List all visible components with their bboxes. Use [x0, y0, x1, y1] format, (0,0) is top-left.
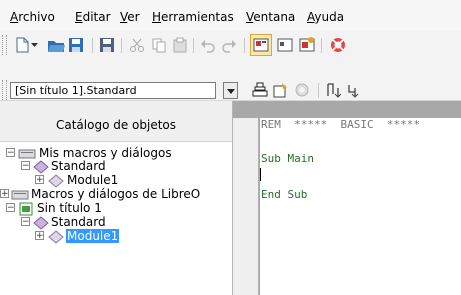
- step-over-button[interactable]: [343, 80, 363, 100]
- tree-node-libreoffice-macros[interactable]: + Macros y diálogos de LibreO: [0, 187, 232, 202]
- cut-button[interactable]: [127, 35, 147, 55]
- clipboard-icon: [173, 37, 187, 53]
- expand-icon[interactable]: +: [35, 175, 44, 185]
- menu-bar: Archivo Editar Ver Herramientas Ventana …: [0, 0, 461, 30]
- library-icon: [33, 216, 49, 230]
- window-star-icon: [299, 37, 315, 52]
- menu-herramientas[interactable]: Herramientas: [152, 10, 234, 24]
- copy-icon: [152, 38, 166, 53]
- document-icon: [19, 202, 33, 216]
- toolbar-separator: [193, 38, 194, 53]
- save-button[interactable]: [66, 35, 86, 55]
- library-select-dropdown-button[interactable]: [223, 82, 238, 99]
- stop-button[interactable]: [292, 80, 312, 100]
- undo-button[interactable]: [198, 35, 218, 55]
- toolbar-separator: [318, 83, 319, 98]
- run-button[interactable]: [271, 80, 291, 100]
- code-editor[interactable]: REM ***** BASIC ***** Sub Main End Sub: [260, 118, 461, 295]
- menu-ver[interactable]: Ver: [120, 10, 140, 24]
- tree-node-my-macros[interactable]: − Mis macros y diálogos: [0, 146, 232, 161]
- tree-node-standard[interactable]: − Standard: [0, 215, 232, 230]
- stop-icon: [295, 83, 309, 97]
- toolbar-separator: [321, 38, 322, 53]
- collapse-icon[interactable]: −: [21, 217, 30, 227]
- lifebuoy-icon: [331, 38, 345, 52]
- step-into-button[interactable]: [323, 80, 343, 100]
- toolbar-separator: [121, 38, 122, 53]
- object-catalog-panel: Catálogo de objetos − Mis macros y diálo…: [0, 101, 233, 295]
- export-button[interactable]: [97, 35, 117, 55]
- basic-editor-area: REM ***** BASIC ***** Sub Main End Sub: [233, 101, 461, 295]
- redo-icon: [222, 40, 236, 53]
- tree-node-module1[interactable]: + Module1: [0, 173, 232, 188]
- chevron-down-icon: [31, 42, 38, 47]
- menu-ayuda[interactable]: Ayuda: [307, 10, 344, 24]
- collapse-icon[interactable]: −: [6, 148, 15, 158]
- tree-node-standard[interactable]: − Standard: [0, 159, 232, 174]
- floppy-disk-icon: [69, 38, 83, 52]
- expand-icon[interactable]: +: [0, 189, 9, 199]
- help-button[interactable]: [328, 35, 348, 55]
- scissors-icon: [130, 38, 144, 52]
- text-cursor: [260, 168, 261, 181]
- library-select[interactable]: [Sin título 1].Standard: [10, 82, 216, 99]
- library-icon: [33, 160, 49, 174]
- toolbar-grip[interactable]: [2, 35, 7, 55]
- module-icon: [48, 174, 64, 188]
- toolbar-separator: [92, 38, 93, 53]
- folder-open-icon: [48, 41, 65, 52]
- window-icon: [277, 38, 293, 52]
- module-icon: [48, 230, 64, 244]
- code-line-end-sub: End Sub: [261, 188, 308, 201]
- collapse-icon[interactable]: −: [6, 203, 15, 213]
- macro-toolbar: [Sin título 1].Standard: [0, 60, 461, 101]
- floppy-disk-icon: [100, 38, 114, 52]
- new-dropdown-button[interactable]: [30, 35, 39, 55]
- new-document-icon: [16, 37, 29, 53]
- standard-toolbar: [0, 30, 461, 60]
- expand-icon[interactable]: +: [35, 231, 44, 241]
- step-over-icon: [348, 85, 359, 98]
- run-basic-icon: [273, 83, 287, 98]
- menu-archivo[interactable]: Archivo: [10, 10, 55, 24]
- tree-node-module1-selected[interactable]: + Module1: [0, 229, 232, 244]
- tree-node-label: Module1: [66, 229, 120, 243]
- paste-button[interactable]: [170, 35, 190, 55]
- object-catalog-icon: [253, 38, 269, 52]
- step-into-icon: [327, 83, 341, 98]
- undo-icon: [201, 40, 215, 53]
- compile-icon: [252, 82, 268, 97]
- code-line-sub-main: Sub Main: [261, 152, 314, 165]
- toolbar-grip[interactable]: [2, 80, 7, 100]
- tree-node-label: Module1: [67, 173, 119, 187]
- new-document-button[interactable]: [12, 35, 32, 55]
- tree-node-label: Standard: [51, 159, 106, 173]
- catalog-header: Catálogo de objetos: [0, 101, 232, 142]
- tree-node-label: Sin título 1: [37, 201, 102, 215]
- redo-button[interactable]: [219, 35, 239, 55]
- breakpoint-gutter[interactable]: [233, 118, 259, 295]
- open-button[interactable]: [46, 35, 66, 55]
- macro-container-icon: [18, 149, 36, 159]
- macro-container-icon: [11, 190, 29, 200]
- menu-editar[interactable]: Editar: [75, 10, 111, 24]
- toolbar-separator: [244, 38, 245, 53]
- object-catalog-toggle[interactable]: [250, 34, 272, 56]
- collapse-icon[interactable]: −: [21, 161, 30, 171]
- catalog-title: Catálogo de objetos: [55, 118, 177, 132]
- tree-node-label: Macros y diálogos de LibreO: [31, 187, 201, 201]
- tree-node-untitled-1[interactable]: − Sin título 1: [0, 201, 232, 216]
- menu-ventana[interactable]: Ventana: [246, 10, 295, 24]
- select-module-button[interactable]: [297, 35, 317, 55]
- compile-button[interactable]: [250, 80, 270, 100]
- copy-button[interactable]: [149, 35, 169, 55]
- tree-node-label: Mis macros y diálogos: [39, 146, 172, 160]
- code-line-rem: REM ***** BASIC *****: [261, 118, 420, 131]
- select-macro-button[interactable]: [275, 35, 295, 55]
- tree-node-label: Standard: [51, 215, 106, 229]
